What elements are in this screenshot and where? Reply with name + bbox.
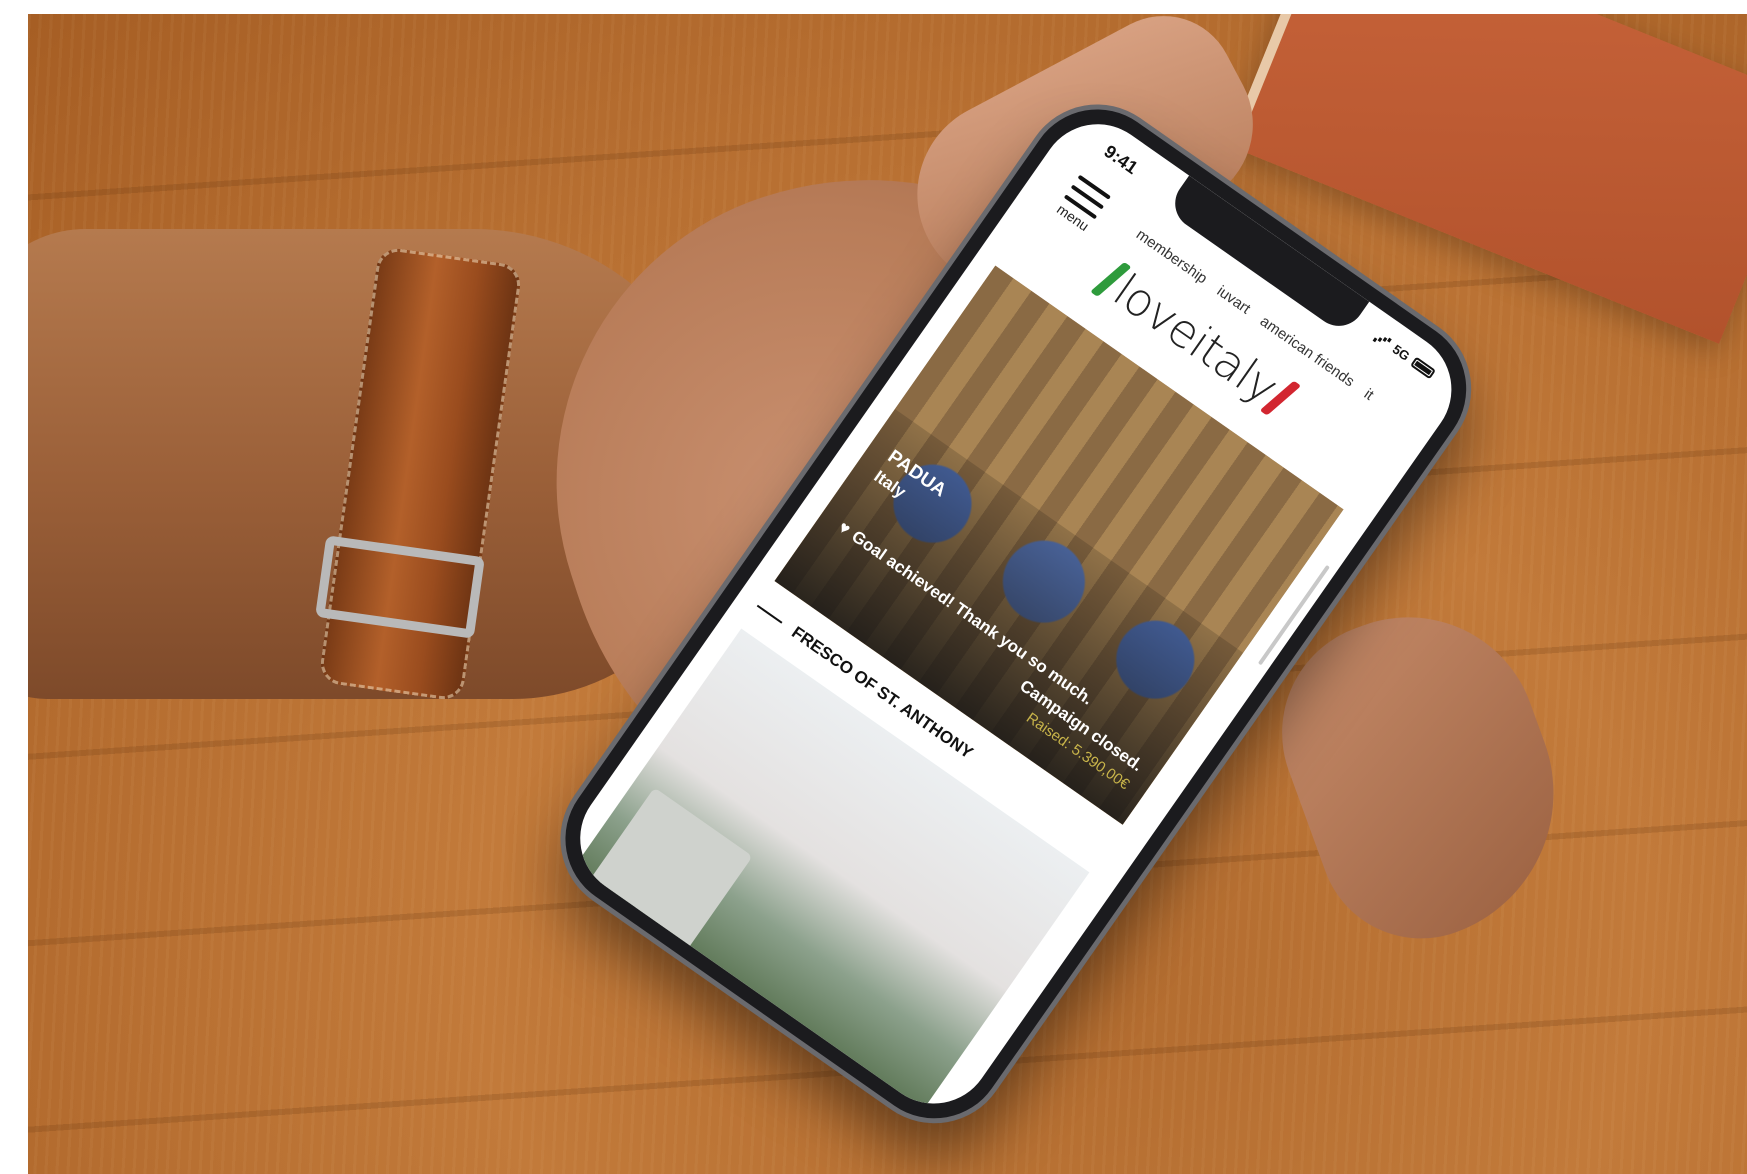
signal-icon	[1373, 330, 1393, 349]
menu-button[interactable]: menu	[1049, 172, 1115, 238]
status-time: 9:41	[1100, 140, 1142, 179]
nav-iuvart[interactable]: iuvart	[1214, 283, 1254, 318]
status-icons: 5G	[1372, 329, 1437, 381]
nav-language-it[interactable]: it	[1361, 386, 1377, 404]
section-divider	[756, 604, 783, 624]
battery-icon	[1410, 356, 1436, 380]
network-label: 5G	[1389, 341, 1413, 364]
